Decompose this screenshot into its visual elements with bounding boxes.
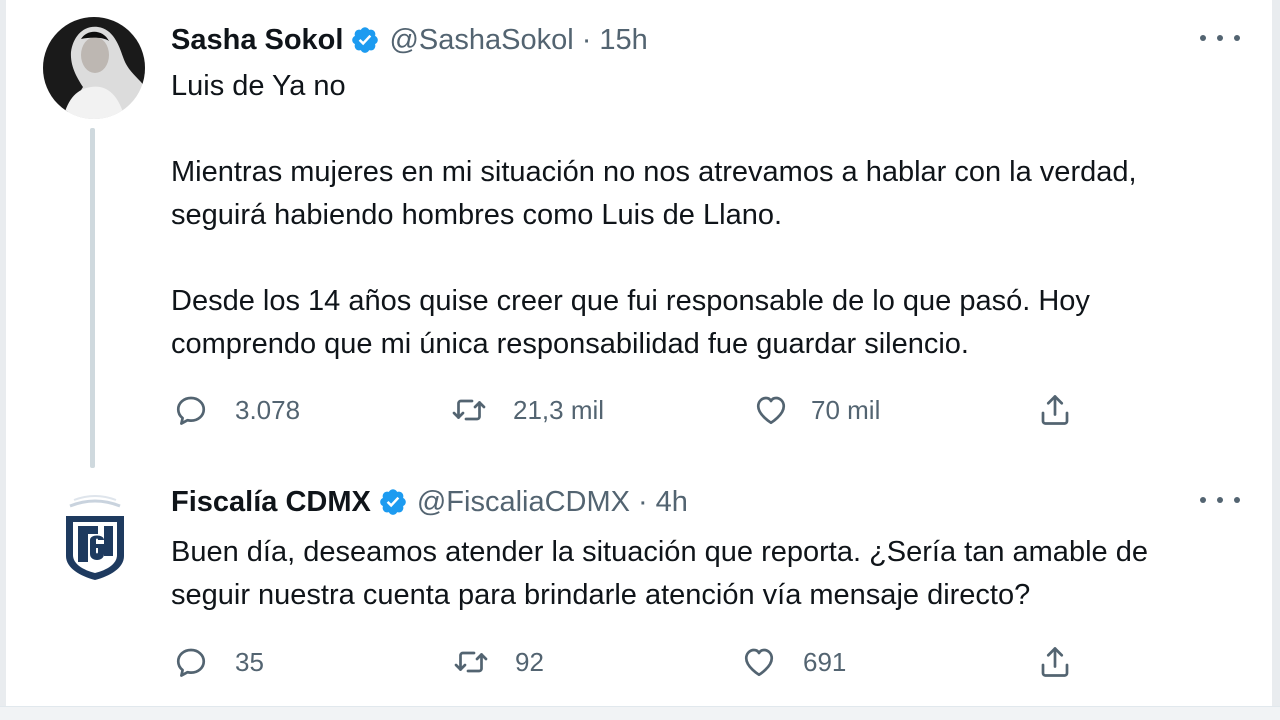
tweet-line: Buen día, deseamos atender la situación … <box>171 536 1148 568</box>
avatar[interactable] <box>43 17 145 119</box>
tweet-actions: 35 92 691 <box>171 640 1171 684</box>
like-button[interactable]: 691 <box>741 640 846 684</box>
reply-button[interactable]: 3.078 <box>173 388 300 432</box>
like-button[interactable]: 70 mil <box>753 388 880 432</box>
reply-icon <box>176 648 206 677</box>
retweet-icon <box>454 651 488 673</box>
like-count: 691 <box>803 646 847 677</box>
separator-dot: · <box>637 485 648 518</box>
avatar-photo <box>43 17 145 119</box>
reply-icon <box>176 396 206 425</box>
separator-dot: · <box>581 23 592 56</box>
like-icon <box>756 396 786 425</box>
tweet-header: Sasha Sokol @SashaSokol · 15h <box>171 20 648 60</box>
tweet-line: seguir nuestra cuenta para brindarle ate… <box>171 579 1031 611</box>
tweet-header: Fiscalía CDMX @FiscaliaCDMX · 4h <box>171 484 688 520</box>
timeline-bottom-divider <box>0 706 1280 720</box>
tweet-line: Mientras mujeres en mi situación no nos … <box>171 156 1137 188</box>
tweet-fiscalia-cdmx[interactable]: Fiscalía CDMX @FiscaliaCDMX · 4h Buen dí… <box>0 470 1280 706</box>
tweet-text: Buen día, deseamos atender la situación … <box>171 531 1251 617</box>
tweet-line: comprendo que mi única responsabilidad f… <box>171 328 969 360</box>
retweet-icon <box>452 399 486 421</box>
retweet-button[interactable]: 92 <box>453 640 544 684</box>
share-button[interactable] <box>1037 388 1073 432</box>
tweet-sasha-sokol[interactable]: Sasha Sokol @SashaSokol · 15h Luis de Ya… <box>0 0 1280 470</box>
retweet-count: 92 <box>515 646 544 677</box>
author-name[interactable]: Fiscalía CDMX <box>171 486 371 519</box>
like-count: 70 mil <box>811 394 881 425</box>
share-button[interactable] <box>1037 640 1073 684</box>
fiscalia-logo <box>40 484 150 594</box>
tweet-line: seguirá habiendo hombres como Luis de Ll… <box>171 199 783 231</box>
tweet-actions: 3.078 21,3 mil 70 mil <box>171 388 1171 432</box>
author-name[interactable]: Sasha Sokol <box>171 24 343 57</box>
reply-button[interactable]: 35 <box>173 640 264 684</box>
more-options-icon[interactable] <box>1200 490 1240 510</box>
reply-count: 3.078 <box>235 394 301 425</box>
retweet-count: 21,3 mil <box>513 394 605 425</box>
tweet-line: Desde los 14 años quise creer que fui re… <box>171 285 1090 317</box>
retweet-button[interactable]: 21,3 mil <box>451 388 604 432</box>
timestamp[interactable]: 4h <box>656 486 688 519</box>
share-icon <box>1041 395 1069 425</box>
avatar[interactable] <box>40 484 150 594</box>
author-handle[interactable]: @SashaSokol <box>389 24 573 57</box>
author-handle[interactable]: @FiscaliaCDMX <box>417 486 630 519</box>
like-icon <box>744 648 774 677</box>
timestamp[interactable]: 15h <box>599 24 647 57</box>
tweet-text: Luis de Ya no Mientras mujeres en mi sit… <box>171 65 1251 366</box>
more-options-icon[interactable] <box>1200 28 1240 48</box>
tweet-line: Luis de Ya no <box>171 70 346 102</box>
thread-connector-line <box>90 128 95 468</box>
reply-count: 35 <box>235 646 264 677</box>
verified-badge-icon <box>350 25 380 55</box>
verified-badge-icon <box>378 487 408 517</box>
share-icon <box>1041 647 1069 677</box>
